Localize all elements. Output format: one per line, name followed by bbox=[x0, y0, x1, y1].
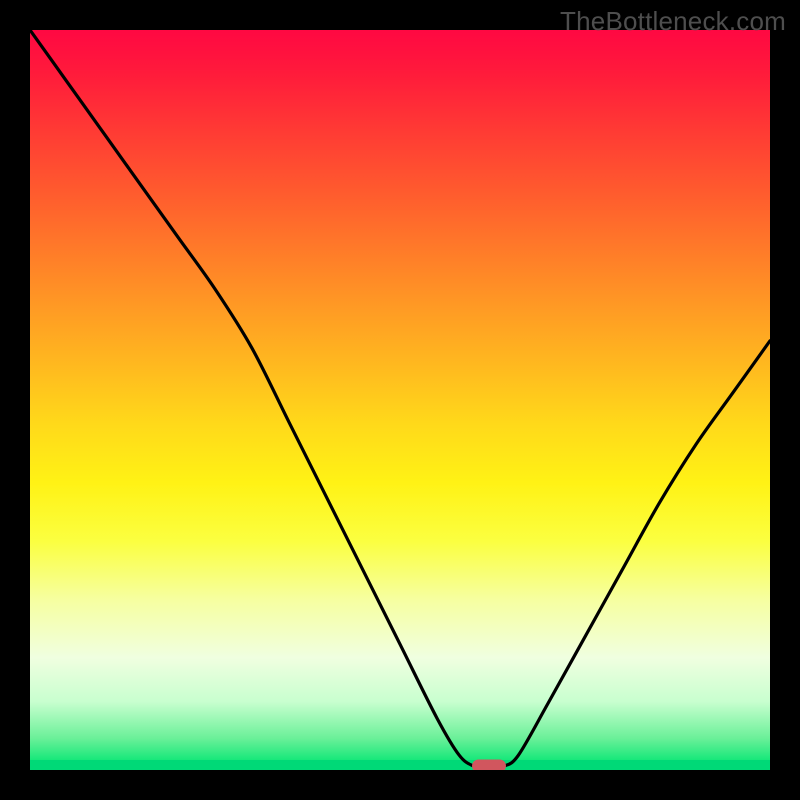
optimal-marker bbox=[472, 760, 506, 771]
curve-path bbox=[30, 30, 770, 770]
watermark-text: TheBottleneck.com bbox=[560, 6, 786, 37]
bottleneck-curve bbox=[30, 30, 770, 770]
chart-frame: TheBottleneck.com bbox=[0, 0, 800, 800]
plot-area bbox=[30, 30, 770, 770]
